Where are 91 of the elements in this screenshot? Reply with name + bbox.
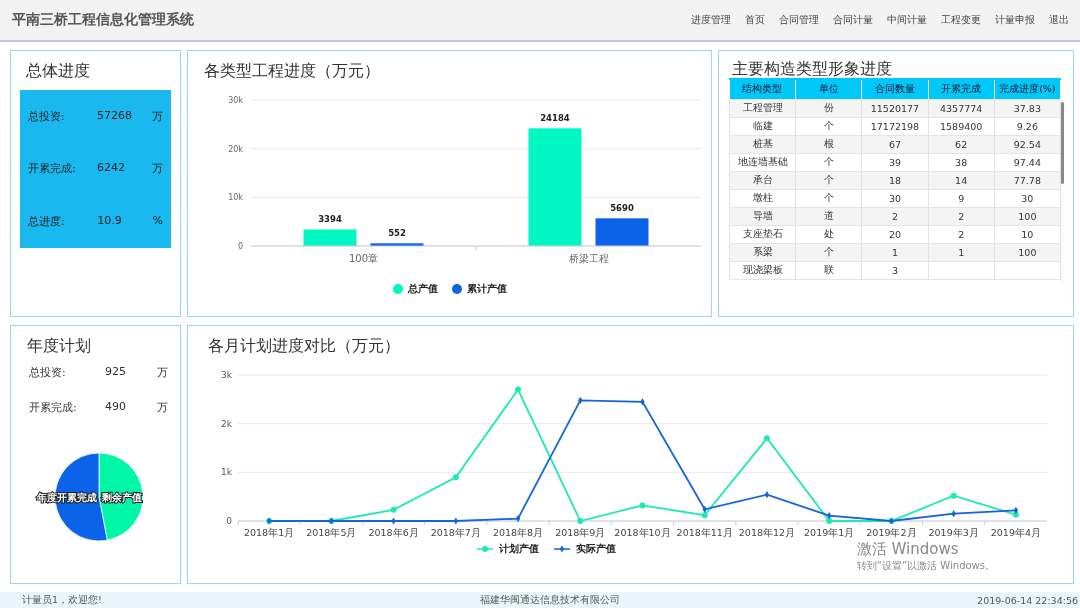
axis-category-label: 2018年11月 <box>676 527 733 538</box>
column-header: 完成进度(%) <box>994 80 1061 100</box>
legend-label: 累计产值 <box>466 282 507 296</box>
axis-category-label: 2019年4月 <box>990 527 1041 538</box>
bar-value-label: 5690 <box>610 203 634 214</box>
legend-label: 计划产值 <box>498 542 539 556</box>
table-cell: 17172198 <box>861 117 929 136</box>
table-cell: 11520177 <box>861 99 929 118</box>
stat-unit: 万 <box>152 161 163 177</box>
bar-value-label: 3394 <box>318 214 342 225</box>
axis-tick-label: 2k <box>221 418 232 429</box>
table-cell: 2 <box>928 225 995 244</box>
axis-tick-label: 30k <box>228 96 243 105</box>
slice-label: 剩余产值 <box>102 492 142 503</box>
stat-value: 10.9 <box>97 214 123 230</box>
legend-label: 总产值 <box>407 282 438 296</box>
table-cell: 9.26 <box>994 117 1061 136</box>
stat-unit: 万 <box>156 365 168 380</box>
stat-unit: 万 <box>152 108 163 124</box>
axis-category-label: 桥梁工程 <box>568 253 609 264</box>
column-header: 开累完成 <box>928 80 995 100</box>
axis-tick-label: 3k <box>221 370 232 380</box>
stat-label: 总投资: <box>29 365 67 380</box>
welcome-text: 计量员1，欢迎您! <box>22 593 103 607</box>
table-cell: 现浇梁板 <box>729 261 796 280</box>
column-header: 结构类型 <box>729 80 796 100</box>
axis-category-label: 2018年12月 <box>738 527 796 538</box>
axis-tick-label: 0 <box>237 242 243 251</box>
table-cell: 1589400 <box>928 117 995 136</box>
panel-title: 主要构造类型形象进度 <box>732 60 892 78</box>
stat-unit: 万 <box>156 400 168 415</box>
axis-category-label: 2018年10月 <box>614 527 671 538</box>
table-cell: 联 <box>795 261 862 280</box>
column-header: 单位 <box>795 80 862 100</box>
table-cell: 墩柱 <box>729 189 796 208</box>
stat-label: 总投资: <box>28 108 66 124</box>
stat-value: 925 <box>105 365 127 380</box>
table-cell: 37.83 <box>994 99 1061 118</box>
panel-title: 各类型工程进度（万元） <box>204 61 380 82</box>
table-cell: 工程管理 <box>729 99 796 118</box>
table-cell: 处 <box>795 225 862 244</box>
axis-category-label: 2018年6月 <box>368 527 419 538</box>
table-cell: 地连墙基础 <box>729 153 796 172</box>
axis-category-label: 2018年5月 <box>306 527 357 538</box>
table-cell: 支座垫石 <box>729 225 796 244</box>
table-cell: 4357774 <box>928 99 995 118</box>
company-name: 福建华闽通达信息技术有限公司 <box>480 593 620 607</box>
legend-label: 实际产值 <box>575 542 616 556</box>
table-cell: 97.44 <box>994 153 1061 172</box>
stat-label: 总进度: <box>28 214 66 230</box>
table-cell: 个 <box>795 117 862 136</box>
axis-category-label: 2018年1月 <box>244 527 295 538</box>
table-cell: 30 <box>994 189 1061 208</box>
panel-title: 年度计划 <box>27 336 91 357</box>
stat-unit: % <box>152 214 163 230</box>
table-cell: 份 <box>795 99 862 118</box>
axis-category-label: 2019年2月 <box>866 527 917 538</box>
axis-category-label: 2019年3月 <box>928 527 979 538</box>
table-cell: 个 <box>795 189 862 208</box>
axis-category-label: 2018年9月 <box>555 527 606 538</box>
axis-tick-label: 20k <box>228 144 243 154</box>
app-title: 平南三桥工程信息化管理系统 <box>12 11 194 29</box>
stat-label: 开累完成: <box>29 400 78 415</box>
activation-notice-hint: 转到“设置”以激活 Windows。 <box>856 559 995 573</box>
table-cell: 9 <box>928 189 995 208</box>
stat-value: 6242 <box>96 161 126 177</box>
panel-title: 总体进度 <box>26 61 90 82</box>
table-cell: 个 <box>795 153 862 172</box>
panel-title: 各月计划进度对比（万元） <box>208 336 400 357</box>
table-cell: 3 <box>861 261 929 280</box>
stat-value: 490 <box>105 400 127 415</box>
table-cell: 38 <box>928 153 995 172</box>
stat-label: 开累完成: <box>28 161 77 177</box>
table-cell: 临建 <box>729 117 796 136</box>
stat-value: 57268 <box>96 108 133 124</box>
table-cell: 10 <box>994 225 1061 244</box>
axis-category-label: 2019年1月 <box>804 527 855 538</box>
column-header: 合同数量 <box>861 80 929 100</box>
axis-category-label: 100章 <box>348 253 379 264</box>
axis-tick-label: 1k <box>221 467 232 478</box>
bar-value-label: 552 <box>388 228 406 239</box>
table-cell: 39 <box>861 153 929 172</box>
axis-tick-label: 0 <box>226 516 232 526</box>
timestamp: 2019-06-14 22:34:56 <box>976 594 1078 606</box>
table-cell: 30 <box>861 189 929 208</box>
activation-notice-title: 激活 Windows <box>856 540 960 559</box>
table-cell: 20 <box>861 225 929 244</box>
axis-category-label: 2018年7月 <box>430 527 481 538</box>
bar-value-label: 24184 <box>540 113 570 124</box>
axis-category-label: 2018年8月 <box>492 527 544 538</box>
axis-tick-label: 10k <box>228 193 243 203</box>
